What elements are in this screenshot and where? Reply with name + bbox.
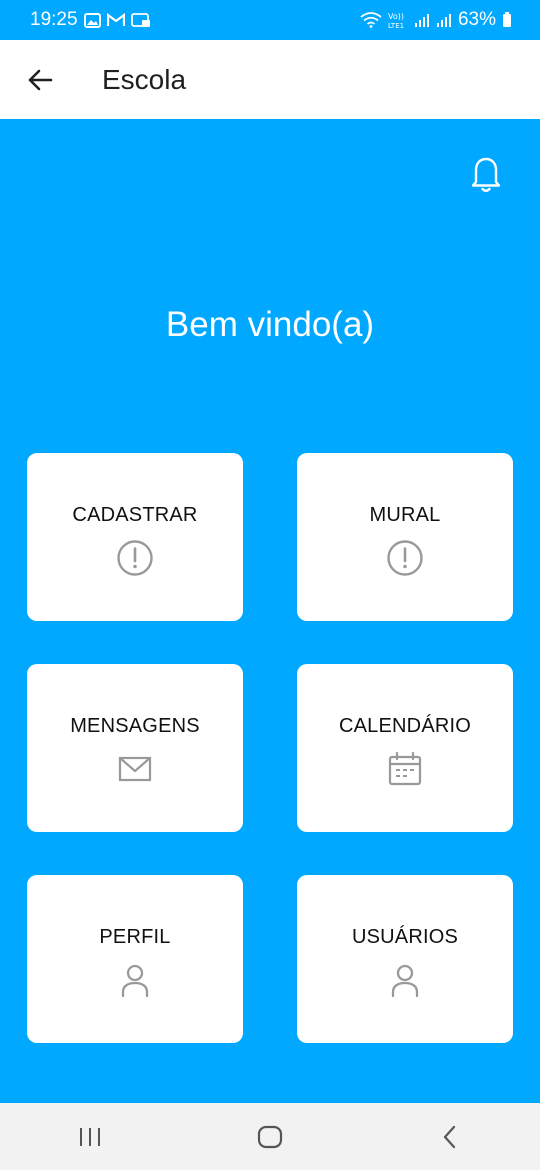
usuarios-card[interactable]: USUÁRIOS bbox=[297, 875, 513, 1043]
card-label: USUÁRIOS bbox=[351, 926, 459, 948]
recent-apps-button[interactable] bbox=[60, 1112, 120, 1162]
app-header: Escola bbox=[0, 40, 540, 119]
user-icon bbox=[386, 961, 424, 999]
recent-apps-icon bbox=[80, 1127, 100, 1146]
volte-icon: Vo)) LTE1 bbox=[388, 11, 408, 29]
calendario-card[interactable]: CALENDÁRIO bbox=[297, 664, 513, 832]
battery-icon bbox=[502, 12, 512, 28]
card-label: PERFIL bbox=[99, 926, 171, 948]
notifications-button[interactable] bbox=[466, 155, 506, 195]
back-button[interactable] bbox=[20, 60, 60, 100]
gallery-icon bbox=[83, 12, 101, 28]
welcome-text: Bem vindo(a) bbox=[165, 305, 375, 344]
svg-text:LTE1: LTE1 bbox=[388, 22, 404, 29]
back-icon bbox=[443, 1125, 456, 1148]
mensagens-card[interactable]: MENSAGENS bbox=[27, 664, 243, 832]
signal-icon bbox=[414, 12, 430, 28]
home-button[interactable] bbox=[240, 1112, 300, 1162]
back-nav-button[interactable] bbox=[420, 1112, 480, 1162]
cadastrar-card[interactable]: CADASTRAR bbox=[27, 453, 243, 621]
card-label: CADASTRAR bbox=[72, 504, 198, 526]
status-left: 19:25 bbox=[30, 9, 151, 31]
user-icon bbox=[116, 961, 154, 999]
system-nav-bar bbox=[0, 1103, 540, 1170]
app-icon bbox=[130, 12, 151, 28]
status-bar: 19:25 Vo)) LTE1 63% bbox=[0, 0, 540, 40]
arrow-left-icon bbox=[28, 69, 53, 90]
gmail-icon bbox=[106, 13, 125, 27]
status-right: Vo)) LTE1 63% bbox=[360, 9, 512, 31]
perfil-card[interactable]: PERFIL bbox=[27, 875, 243, 1043]
alert-circle-icon bbox=[116, 539, 154, 577]
svg-text:Vo)): Vo)) bbox=[388, 12, 404, 21]
home-icon bbox=[257, 1125, 283, 1148]
page-title: Escola bbox=[102, 63, 187, 95]
status-time: 19:25 bbox=[30, 9, 78, 30]
card-label: MENSAGENS bbox=[70, 715, 200, 737]
mural-card[interactable]: MURAL bbox=[297, 453, 513, 621]
mail-icon bbox=[116, 750, 154, 788]
signal-icon bbox=[436, 12, 452, 28]
wifi-icon bbox=[360, 12, 382, 28]
battery-percent: 63% bbox=[457, 9, 496, 30]
card-label: CALENDÁRIO bbox=[338, 715, 472, 737]
card-label: MURAL bbox=[369, 504, 441, 526]
bell-icon bbox=[471, 157, 501, 192]
alert-circle-icon bbox=[386, 539, 424, 577]
calendar-icon bbox=[386, 750, 424, 788]
